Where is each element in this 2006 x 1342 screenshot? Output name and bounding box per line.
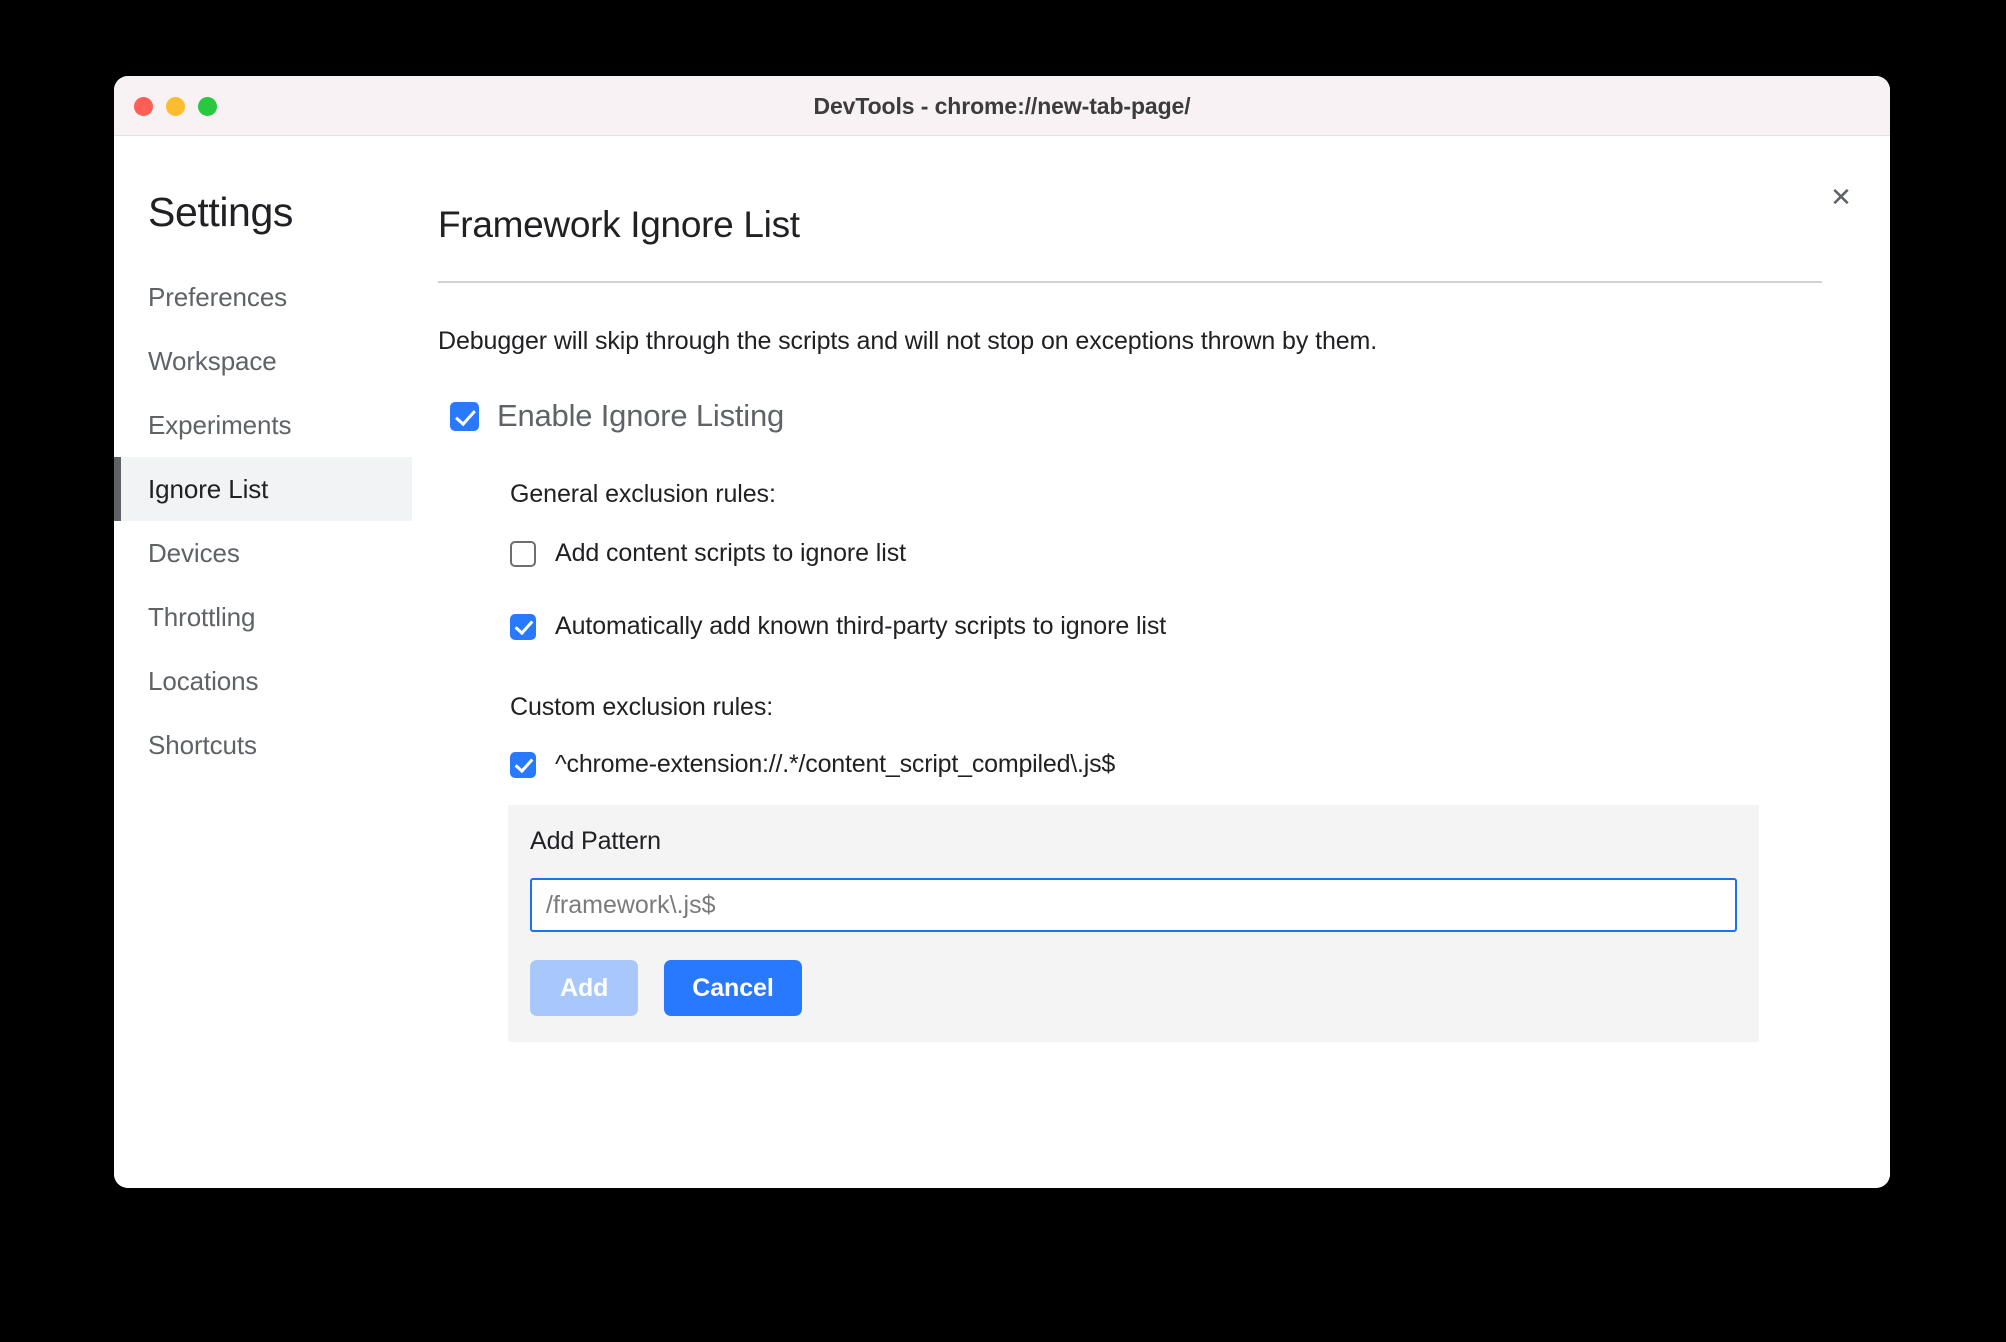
sidebar-item-ignore-list[interactable]: Ignore List bbox=[114, 457, 412, 521]
sidebar-item-preferences[interactable]: Preferences bbox=[114, 265, 412, 329]
title-divider bbox=[438, 281, 1822, 283]
sidebar-item-label: Throttling bbox=[148, 601, 256, 632]
enable-ignore-listing-label: Enable Ignore Listing bbox=[497, 398, 785, 433]
enable-ignore-listing-row[interactable]: Enable Ignore Listing bbox=[450, 398, 1854, 434]
sidebar-item-label: Devices bbox=[148, 537, 240, 568]
sidebar-item-label: Locations bbox=[148, 665, 259, 696]
sidebar-heading: Settings bbox=[148, 189, 293, 235]
devtools-window: DevTools - chrome://new-tab-page/ Settin… bbox=[114, 76, 1890, 1188]
sidebar-nav-list: Preferences Workspace Experiments Ignore… bbox=[114, 265, 412, 777]
add-pattern-input[interactable] bbox=[530, 878, 1737, 932]
add-button[interactable]: Add bbox=[530, 960, 639, 1016]
custom-rule-row[interactable]: ^chrome-extension://.*/content_script_co… bbox=[510, 750, 1854, 779]
sidebar-item-label: Preferences bbox=[148, 281, 288, 312]
custom-rule-label: ^chrome-extension://.*/content_script_co… bbox=[555, 750, 1116, 778]
enable-ignore-listing-checkbox[interactable] bbox=[450, 401, 479, 431]
custom-exclusion-rules: ^chrome-extension://.*/content_script_co… bbox=[510, 750, 1854, 779]
cancel-button[interactable]: Cancel bbox=[664, 960, 802, 1016]
auto-add-third-party-row[interactable]: Automatically add known third-party scri… bbox=[510, 612, 1854, 641]
custom-rule-checkbox[interactable] bbox=[510, 751, 536, 778]
auto-add-third-party-label: Automatically add known third-party scri… bbox=[555, 612, 1167, 640]
sidebar-item-label: Shortcuts bbox=[148, 729, 257, 760]
general-exclusion-heading: General exclusion rules: bbox=[510, 480, 776, 508]
settings-sidebar: Settings Preferences Workspace Experimen… bbox=[114, 136, 412, 1188]
sidebar-item-label: Workspace bbox=[148, 345, 277, 376]
custom-exclusion-heading: Custom exclusion rules: bbox=[510, 693, 774, 721]
add-content-scripts-row[interactable]: Add content scripts to ignore list bbox=[510, 539, 1854, 568]
sidebar-item-devices[interactable]: Devices bbox=[114, 521, 412, 585]
close-icon[interactable]: ✕ bbox=[1824, 180, 1858, 214]
general-exclusion-rules: Add content scripts to ignore list Autom… bbox=[510, 539, 1854, 641]
sidebar-item-workspace[interactable]: Workspace bbox=[114, 329, 412, 393]
settings-body: Settings Preferences Workspace Experimen… bbox=[114, 136, 1890, 1188]
sidebar-item-experiments[interactable]: Experiments bbox=[114, 393, 412, 457]
sidebar-item-shortcuts[interactable]: Shortcuts bbox=[114, 713, 412, 777]
page-title: Framework Ignore List bbox=[438, 204, 800, 245]
settings-content-pane: ✕ Framework Ignore List Debugger will sk… bbox=[412, 136, 1890, 1188]
sidebar-item-label: Experiments bbox=[148, 409, 292, 440]
add-content-scripts-label: Add content scripts to ignore list bbox=[555, 539, 906, 567]
page-description: Debugger will skip through the scripts a… bbox=[438, 327, 1378, 355]
sidebar-item-label: Ignore List bbox=[148, 473, 269, 504]
add-content-scripts-checkbox[interactable] bbox=[510, 540, 536, 567]
auto-add-third-party-checkbox[interactable] bbox=[510, 613, 536, 640]
add-pattern-label: Add Pattern bbox=[530, 827, 661, 855]
add-pattern-panel: Add Pattern Add Cancel bbox=[508, 805, 1759, 1042]
window-title: DevTools - chrome://new-tab-page/ bbox=[813, 92, 1191, 119]
sidebar-item-locations[interactable]: Locations bbox=[114, 649, 412, 713]
sidebar-item-throttling[interactable]: Throttling bbox=[114, 585, 412, 649]
window-titlebar: DevTools - chrome://new-tab-page/ bbox=[114, 76, 1890, 136]
add-pattern-buttons: Add Cancel bbox=[530, 960, 1737, 1016]
